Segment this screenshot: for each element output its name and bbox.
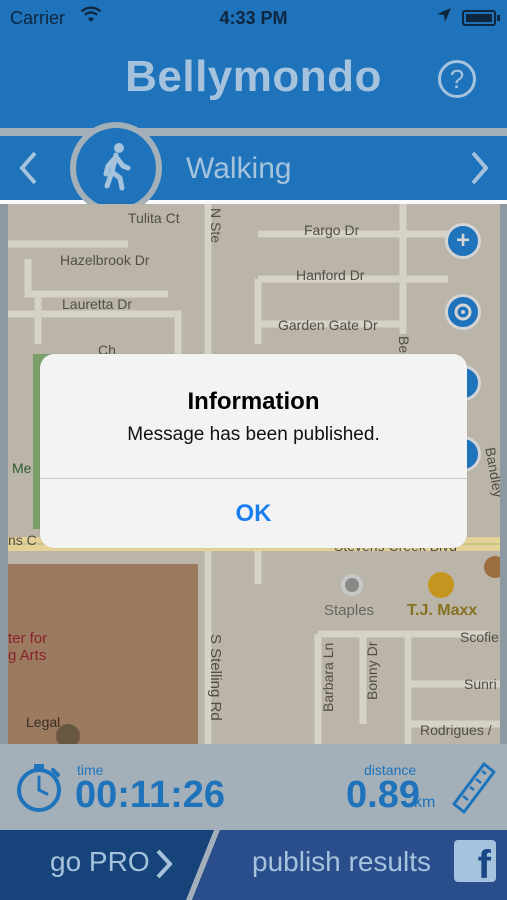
information-alert: Information Message has been published. … [40,354,467,548]
alert-title: Information [187,388,320,415]
alert-message: Message has been published. [127,424,380,445]
ok-button[interactable]: OK [40,479,467,548]
